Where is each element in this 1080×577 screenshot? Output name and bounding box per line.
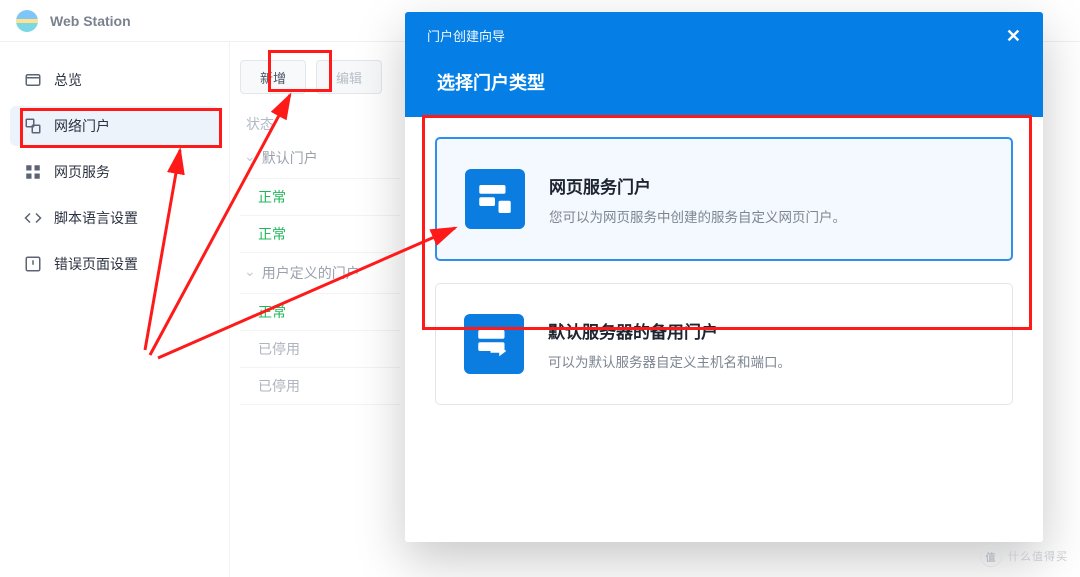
list-row[interactable]: 正常 [240, 179, 400, 216]
option-description: 可以为默认服务器自定义主机名和端口。 [548, 351, 791, 371]
sidebar-item-web-service[interactable]: 网页服务 [10, 152, 219, 192]
code-icon [24, 209, 42, 227]
sidebar-item-web-portal[interactable]: 网络门户 [10, 106, 219, 146]
sidebar-item-label: 网页服务 [54, 162, 110, 182]
grid-icon [24, 163, 42, 181]
portal-icon [24, 117, 42, 135]
list-group-default[interactable]: 默认门户 [240, 138, 400, 179]
list-row[interactable]: 正常 [240, 294, 400, 331]
sidebar-item-label: 网络门户 [54, 116, 110, 136]
sidebar-item-error-pages[interactable]: 错误页面设置 [10, 244, 219, 284]
sidebar-item-label: 错误页面设置 [54, 254, 138, 274]
portal-type-options: 网页服务门户 您可以为网页服务中创建的服务自定义网页门户。 默认服务器的备用门户… [405, 117, 1043, 425]
error-icon [24, 255, 42, 273]
list-group-user[interactable]: 用户定义的门户 [240, 253, 400, 294]
option-default-server-alt-portal[interactable]: 默认服务器的备用门户 可以为默认服务器自定义主机名和端口。 [435, 283, 1013, 405]
add-button[interactable]: 新增 [240, 60, 306, 94]
option-title: 网页服务门户 [549, 173, 846, 198]
app-logo-icon [16, 10, 38, 32]
portal-list: 状态 默认门户 正常 正常 用户定义的门户 正常 已停用 已停用 [240, 110, 400, 405]
portal-create-wizard-modal: 门户创建向导 ✕ 选择门户类型 网页服务门户 您可以为网页服务中创建的服务自定义… [405, 12, 1043, 542]
list-row[interactable]: 已停用 [240, 368, 400, 405]
list-row[interactable]: 已停用 [240, 331, 400, 368]
option-title: 默认服务器的备用门户 [548, 318, 791, 343]
edit-button: 编辑 [316, 60, 382, 94]
sidebar: 总览 网络门户 网页服务 脚本语言设置 错误页面设置 [0, 42, 230, 577]
list-row[interactable]: 正常 [240, 216, 400, 253]
option-web-service-portal[interactable]: 网页服务门户 您可以为网页服务中创建的服务自定义网页门户。 [435, 137, 1013, 261]
watermark: 值 什么值得买 [980, 545, 1068, 567]
sidebar-item-script-settings[interactable]: 脚本语言设置 [10, 198, 219, 238]
modal-title: 选择门户类型 [427, 69, 1021, 95]
watermark-text: 什么值得买 [1008, 548, 1068, 564]
app-title: Web Station [50, 13, 131, 29]
sidebar-item-label: 脚本语言设置 [54, 208, 138, 228]
server-icon [465, 169, 525, 229]
group-title: 默认门户 [262, 148, 318, 168]
modal-header: 门户创建向导 ✕ 选择门户类型 [405, 12, 1043, 117]
overview-icon [24, 71, 42, 89]
sidebar-item-overview[interactable]: 总览 [10, 60, 219, 100]
group-title: 用户定义的门户 [262, 263, 360, 283]
server-forward-icon [464, 314, 524, 374]
modal-wizard-label: 门户创建向导 [427, 26, 505, 45]
watermark-badge-icon: 值 [980, 545, 1002, 567]
option-description: 您可以为网页服务中创建的服务自定义网页门户。 [549, 206, 846, 226]
sidebar-item-label: 总览 [54, 70, 82, 90]
list-column-status: 状态 [240, 110, 400, 138]
close-icon[interactable]: ✕ [1006, 27, 1021, 45]
